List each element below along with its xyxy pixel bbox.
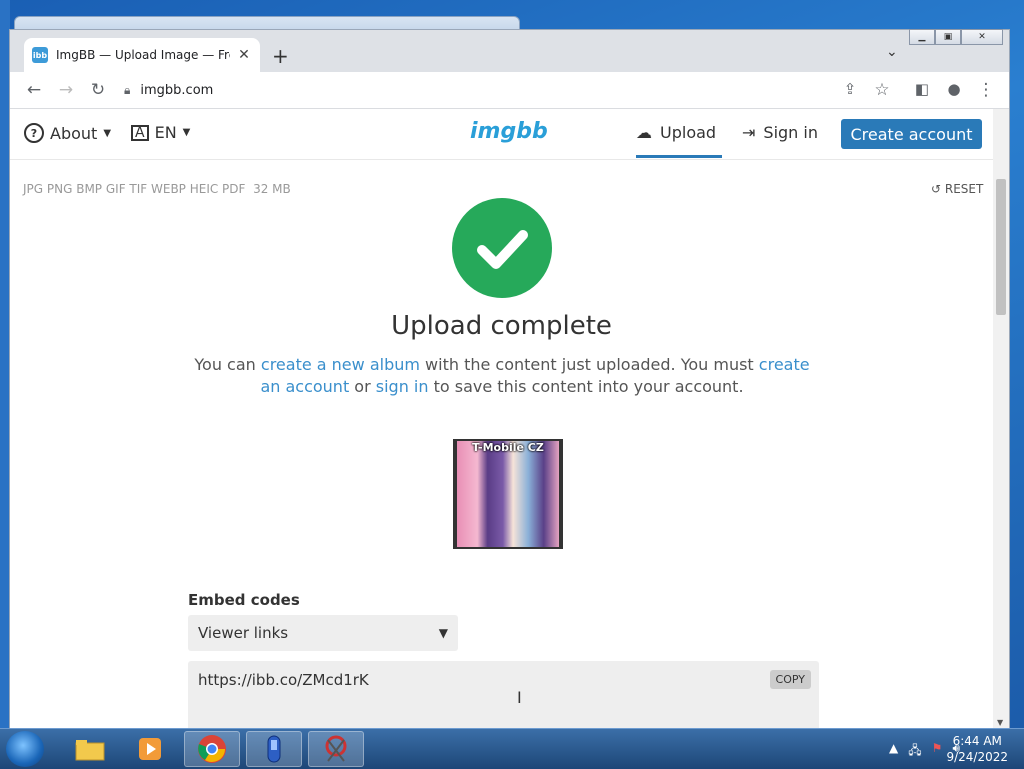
chevron-down-icon: ▼ — [438, 626, 448, 640]
imgbb-favicon-icon: ibb — [32, 47, 48, 63]
action-center-flag-icon[interactable]: ⚑ — [932, 741, 943, 762]
message-text: You can — [194, 355, 261, 374]
language-icon: A — [131, 124, 149, 141]
url-text: imgbb.com — [140, 82, 214, 98]
browser-menu-icon[interactable]: ⋮ — [976, 80, 996, 100]
side-panel-icon[interactable]: ◧ — [912, 80, 932, 98]
chrome-icon[interactable] — [184, 731, 240, 767]
language-label: EN — [154, 123, 177, 142]
new-tab-icon[interactable]: + — [272, 44, 289, 68]
caret-down-icon: ▼ — [182, 127, 191, 138]
address-bar[interactable]: 🔒︎ imgbb.com — [124, 77, 864, 103]
share-icon[interactable]: ⇪ — [840, 80, 860, 98]
embed-type-value: Viewer links — [198, 624, 289, 642]
reset-icon: ↺ — [931, 182, 942, 196]
minimize-icon[interactable]: ▁ — [909, 29, 935, 45]
media-player-icon[interactable] — [122, 731, 178, 767]
language-menu[interactable]: A EN ▼ — [131, 123, 190, 142]
scroll-down-arrow-icon[interactable]: ▼ — [997, 718, 1003, 727]
supported-formats: JPG PNG BMP GIF TIF WEBP HEIC PDF 32 MB — [23, 182, 291, 196]
copy-button[interactable]: COPY — [769, 670, 811, 689]
close-window-icon[interactable]: ✕ — [961, 29, 1003, 45]
about-menu[interactable]: ? About ▼ — [24, 123, 111, 143]
back-arrow-icon[interactable]: ← — [24, 80, 44, 100]
reset-label: RESET — [944, 182, 984, 196]
imgbb-logo[interactable]: imgbb — [470, 119, 548, 144]
network-icon[interactable]: 🖧︎ — [908, 741, 921, 762]
window-controls: ▁ ▣ ✕ — [909, 29, 1003, 45]
browser-window: ibb ImgBB — Upload Image — Free ✕ + ⌄ ▁ … — [9, 29, 1010, 729]
embed-codes-label: Embed codes — [188, 591, 300, 609]
windows-taskbar: ▲ 🖧︎ ⚑ 🔊︎ 6:44 AM 9/24/2022 — [0, 728, 1024, 769]
message-text: with the content just uploaded. You must — [419, 355, 759, 374]
sign-in-icon: ⇥ — [742, 123, 756, 142]
tab-imgbb[interactable]: ibb ImgBB — Upload Image — Free ✕ — [24, 38, 260, 72]
help-icon: ? — [24, 123, 44, 143]
cloud-upload-icon: ☁ — [636, 123, 652, 142]
caret-down-icon: ▼ — [103, 127, 112, 139]
tab-search-chevron-icon[interactable]: ⌄ — [886, 44, 898, 60]
create-account-button[interactable]: Create account — [841, 119, 982, 149]
upload-message: You can create a new album with the cont… — [190, 354, 814, 398]
tab-strip: ibb ImgBB — Upload Image — Free ✕ + ⌄ ▁ … — [10, 29, 1009, 72]
reload-icon[interactable]: ↻ — [88, 80, 108, 100]
bookmark-star-icon[interactable]: ☆ — [872, 80, 892, 100]
message-text: to save this content into your account. — [428, 377, 744, 396]
page-scrollbar[interactable]: ▼ — [993, 109, 1009, 729]
browser-toolbar: ← → ↻ 🔒︎ imgbb.com ⇪ ☆ ◧ ● ⋮ — [10, 72, 1009, 109]
profile-avatar-icon[interactable]: ● — [944, 80, 964, 98]
sign-in-nav[interactable]: ⇥ Sign in — [742, 123, 818, 142]
create-album-link[interactable]: create a new album — [261, 355, 420, 374]
tab-close-icon[interactable]: ✕ — [236, 47, 252, 63]
sign-in-label: Sign in — [763, 123, 818, 142]
page-viewport: ? About ▼ A EN ▼ imgbb ☁ Upload ⇥ Sign i… — [10, 109, 993, 729]
lock-icon[interactable]: 🔒︎ — [124, 83, 130, 98]
uploaded-image-thumbnail[interactable]: T-Mobile CZ — [453, 439, 563, 549]
embed-code-value: https://ibb.co/ZMcd1rK — [198, 671, 369, 689]
forward-arrow-icon[interactable]: → — [56, 80, 76, 100]
show-hidden-icons-icon[interactable]: ▲ — [889, 741, 898, 762]
success-check-icon — [452, 198, 552, 298]
text-cursor-icon: I — [517, 688, 522, 707]
sign-in-link[interactable]: sign in — [376, 377, 429, 396]
upload-label: Upload — [660, 123, 717, 142]
upload-complete-heading: Upload complete — [391, 311, 612, 341]
tab-title: ImgBB — Upload Image — Free — [56, 48, 230, 62]
upload-active-indicator — [636, 155, 722, 158]
clock-date: 9/24/2022 — [946, 750, 1008, 764]
image-watermark: T-Mobile CZ — [472, 441, 544, 454]
scrollbar-thumb[interactable] — [996, 179, 1006, 315]
anime-girl-image — [457, 441, 559, 547]
upload-nav[interactable]: ☁ Upload — [636, 123, 716, 142]
formats-list: JPG PNG BMP GIF TIF WEBP HEIC PDF — [23, 182, 246, 196]
max-size: 32 MB — [253, 182, 291, 196]
site-header: ? About ▼ A EN ▼ imgbb ☁ Upload ⇥ Sign i… — [10, 109, 993, 160]
about-label: About — [50, 123, 98, 143]
reset-link[interactable]: ↺ RESET — [931, 182, 983, 196]
start-button-icon[interactable] — [6, 731, 44, 767]
file-explorer-icon[interactable] — [62, 731, 118, 767]
snipping-tool-icon[interactable] — [308, 731, 364, 767]
maximize-icon[interactable]: ▣ — [935, 29, 961, 45]
embed-type-select[interactable]: Viewer links ▼ — [188, 615, 458, 651]
blue-app-icon[interactable] — [246, 731, 302, 767]
clock[interactable]: 6:44 AM 9/24/2022 — [946, 733, 1008, 765]
embed-code-textarea[interactable]: https://ibb.co/ZMcd1rK COPY — [188, 661, 819, 729]
message-text: or — [349, 377, 376, 396]
clock-time: 6:44 AM — [952, 734, 1002, 748]
